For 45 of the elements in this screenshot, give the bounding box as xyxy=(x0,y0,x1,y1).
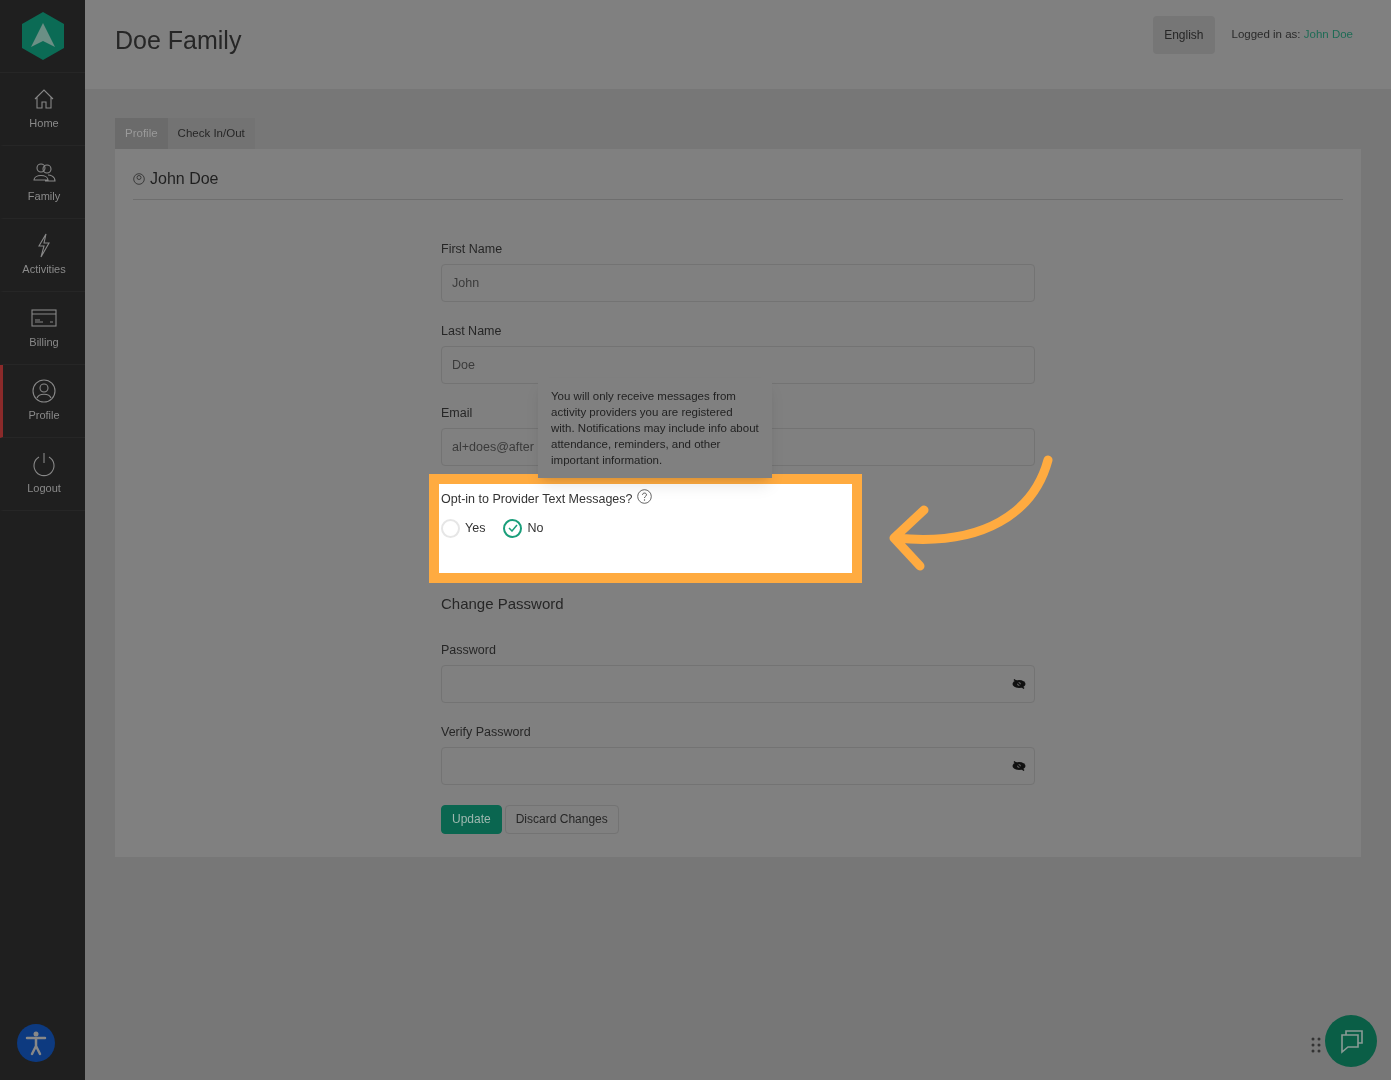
help-icon[interactable] xyxy=(636,488,652,504)
sidebar-item[interactable]: Billing xyxy=(0,292,85,365)
update-button[interactable]: Update xyxy=(441,804,502,834)
input-field[interactable]: John xyxy=(441,264,1035,302)
user-icon xyxy=(133,173,145,185)
discard-button[interactable]: Discard Changes xyxy=(504,804,619,834)
drag-handle-icon[interactable] xyxy=(1310,1036,1322,1054)
password-field[interactable] xyxy=(441,746,1035,785)
logo-icon xyxy=(20,11,65,61)
tooltip: You will only receive messages from activity providers you are registered with. Notifications may include info about attendance, reminders, and other important information. xyxy=(538,378,772,478)
sidebar-item[interactable]: Home xyxy=(0,73,85,146)
radio-option[interactable]: Yes xyxy=(441,518,486,538)
sidebar-item[interactable]: Activities xyxy=(0,219,85,292)
password-field[interactable] xyxy=(441,664,1035,703)
page-title: Doe Family xyxy=(115,25,242,56)
sidebar-label: Home xyxy=(29,116,59,132)
input-field[interactable]: Doe xyxy=(441,346,1035,384)
power-icon xyxy=(31,451,57,478)
user-icon xyxy=(31,378,57,405)
sidebar-item[interactable]: Family xyxy=(0,146,85,219)
sidebar-item[interactable]: Profile xyxy=(0,365,85,438)
radio-button[interactable] xyxy=(503,518,523,538)
check-icon xyxy=(507,524,518,533)
section-heading: Change Password xyxy=(441,594,565,614)
chat-button[interactable] xyxy=(1325,1015,1377,1067)
card-title: John Doe xyxy=(150,169,219,189)
sidebar-label: Activities xyxy=(22,262,66,278)
sidebar-item[interactable]: Logout xyxy=(0,438,85,511)
question-label: Opt-in to Provider Text Messages? xyxy=(441,491,633,508)
field-label: Email xyxy=(441,405,473,421)
accessibility-icon[interactable] xyxy=(17,1024,55,1062)
field-label: Last Name xyxy=(441,323,502,339)
language-button[interactable]: English xyxy=(1153,16,1215,54)
field-label: First Name xyxy=(441,241,503,257)
eye-slash-icon[interactable] xyxy=(1012,760,1026,771)
eye-slash-icon[interactable] xyxy=(1012,678,1026,689)
sidebar-label: Billing xyxy=(29,335,59,351)
field-label: Verify Password xyxy=(441,723,531,740)
tab[interactable]: Check In/Out xyxy=(167,118,255,149)
radio-option[interactable]: No xyxy=(503,518,544,538)
sidebar-label: Logout xyxy=(27,481,61,497)
logged-in-text: Logged in as: John Doe xyxy=(1231,27,1353,43)
field-label: Password xyxy=(441,641,496,658)
sidebar-label: Profile xyxy=(28,408,60,424)
sidebar-label: Family xyxy=(27,189,61,205)
